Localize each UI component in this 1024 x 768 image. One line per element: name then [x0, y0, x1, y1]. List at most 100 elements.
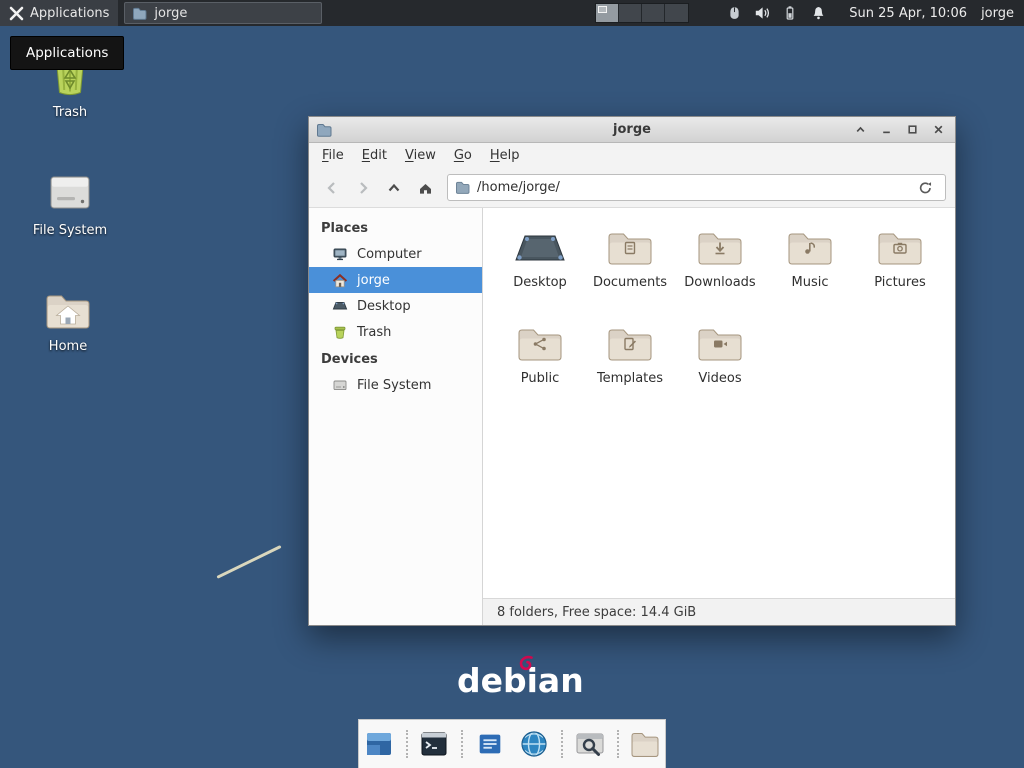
xfce-logo-icon — [9, 6, 24, 21]
forward-button[interactable] — [349, 174, 377, 201]
workspace-2[interactable] — [619, 4, 642, 22]
computer-icon — [331, 246, 348, 262]
file-manager-window: jorge File Edit View Go Help — [308, 116, 956, 626]
back-button[interactable] — [318, 174, 346, 201]
folder-videos-icon — [696, 320, 744, 364]
application-finder-launcher[interactable] — [570, 724, 610, 764]
file-manager-window-icon — [132, 7, 147, 20]
sidebar-item-trash[interactable]: Trash — [309, 319, 482, 345]
statusbar-text: 8 folders, Free space: 14.4 GiB — [497, 605, 696, 620]
file-manager-launcher[interactable] — [626, 724, 666, 764]
sidebar-item-computer[interactable]: Computer — [309, 241, 482, 267]
home-icon — [331, 272, 348, 288]
notification-bell-icon[interactable] — [807, 0, 829, 26]
file-item-videos[interactable]: Videos — [675, 320, 765, 412]
sidebar-item-desktop[interactable]: Desktop — [309, 293, 482, 319]
terminal-launcher[interactable] — [415, 724, 455, 764]
web-browser-launcher[interactable] — [515, 724, 555, 764]
desktop-icon-label: Home — [49, 339, 87, 354]
top-panel: Applications jorge Sun 25 Apr, 10:06 jor… — [0, 0, 1024, 26]
show-desktop-icon — [363, 728, 395, 760]
home-folder-icon — [44, 290, 92, 332]
clock[interactable]: Sun 25 Apr, 10:06 — [839, 6, 977, 21]
file-item-pictures[interactable]: Pictures — [855, 224, 945, 316]
file-label: Downloads — [684, 275, 755, 290]
desktop-icon-home[interactable]: Home — [24, 290, 112, 354]
applications-menu-button[interactable]: Applications — [0, 0, 118, 26]
sidebar-item-label: Computer — [357, 247, 422, 262]
workspace-1[interactable] — [596, 4, 619, 22]
file-item-downloads[interactable]: Downloads — [675, 224, 765, 316]
window-titlebar[interactable]: jorge — [309, 117, 955, 143]
desktop-icon-label: Trash — [53, 105, 87, 120]
up-button[interactable] — [380, 174, 408, 201]
text-window-launcher[interactable] — [470, 724, 510, 764]
file-label: Music — [792, 275, 829, 290]
show-desktop-launcher[interactable] — [359, 724, 399, 764]
workspace-4[interactable] — [665, 4, 688, 22]
dock-panel — [358, 719, 666, 768]
home-button[interactable] — [411, 174, 439, 201]
sidebar-item-label: jorge — [357, 273, 390, 288]
desktop[interactable]: { "panel": { "applications_label": "Appl… — [0, 0, 1024, 768]
battery-icon[interactable] — [779, 0, 801, 26]
sidebar: Places Computer jorge Desktop — [309, 208, 483, 625]
menubar: File Edit View Go Help — [309, 143, 955, 168]
menu-help[interactable]: Help — [481, 145, 529, 166]
minimize-button[interactable] — [877, 120, 896, 139]
sidebar-header-devices: Devices — [309, 345, 482, 372]
file-label: Templates — [597, 371, 663, 386]
file-item-documents[interactable]: Documents — [585, 224, 675, 316]
path-folder-icon — [455, 181, 470, 194]
file-item-music[interactable]: Music — [765, 224, 855, 316]
reload-button[interactable] — [912, 175, 938, 201]
taskbar-window-button[interactable]: jorge — [124, 2, 322, 24]
maximize-button[interactable] — [903, 120, 922, 139]
file-item-public[interactable]: Public — [495, 320, 585, 412]
sidebar-header-places: Places — [309, 214, 482, 241]
path-bar[interactable] — [447, 174, 946, 201]
desktop-icon-file-system[interactable]: File System — [26, 168, 114, 238]
trash-mini-icon — [331, 324, 348, 340]
dock-separator — [406, 730, 408, 758]
window-icon — [316, 123, 332, 137]
path-input[interactable] — [477, 180, 905, 195]
debian-logo: debian — [457, 661, 584, 701]
user-menu[interactable]: jorge — [977, 6, 1024, 21]
sidebar-item-label: Desktop — [357, 299, 411, 314]
dock-separator — [461, 730, 463, 758]
folder-templates-icon — [606, 320, 654, 364]
mouse-icon[interactable] — [723, 0, 745, 26]
volume-icon[interactable] — [751, 0, 773, 26]
desktop-icon-label: File System — [33, 223, 107, 238]
close-button[interactable] — [929, 120, 948, 139]
taskbar-window-label: jorge — [154, 6, 187, 21]
sidebar-item-jorge[interactable]: jorge — [309, 267, 482, 293]
sidebar-item-file-system[interactable]: File System — [309, 372, 482, 398]
file-item-desktop[interactable]: Desktop — [495, 224, 585, 316]
file-label: Videos — [698, 371, 741, 386]
drive-mini-icon — [331, 377, 348, 393]
menu-view[interactable]: View — [396, 145, 445, 166]
dock-separator — [561, 730, 563, 758]
toolbar — [309, 168, 955, 207]
debian-swirl-icon — [517, 654, 536, 673]
shade-button[interactable] — [851, 120, 870, 139]
file-item-templates[interactable]: Templates — [585, 320, 675, 412]
window-body: Places Computer jorge Desktop — [309, 207, 955, 625]
window-controls — [851, 120, 948, 139]
workspace-3[interactable] — [642, 4, 665, 22]
text-window-icon — [475, 729, 505, 759]
menu-file[interactable]: File — [313, 145, 353, 166]
folder-documents-icon — [606, 224, 654, 268]
system-tray — [723, 0, 829, 26]
statusbar: 8 folders, Free space: 14.4 GiB — [483, 598, 955, 625]
workspace-window-miniature — [598, 6, 607, 13]
file-label: Documents — [593, 275, 667, 290]
file-label: Pictures — [874, 275, 925, 290]
applications-tooltip: Applications — [10, 36, 124, 70]
applications-menu-label: Applications — [30, 6, 109, 21]
desktop-icon — [514, 224, 566, 268]
menu-go[interactable]: Go — [445, 145, 481, 166]
menu-edit[interactable]: Edit — [353, 145, 396, 166]
